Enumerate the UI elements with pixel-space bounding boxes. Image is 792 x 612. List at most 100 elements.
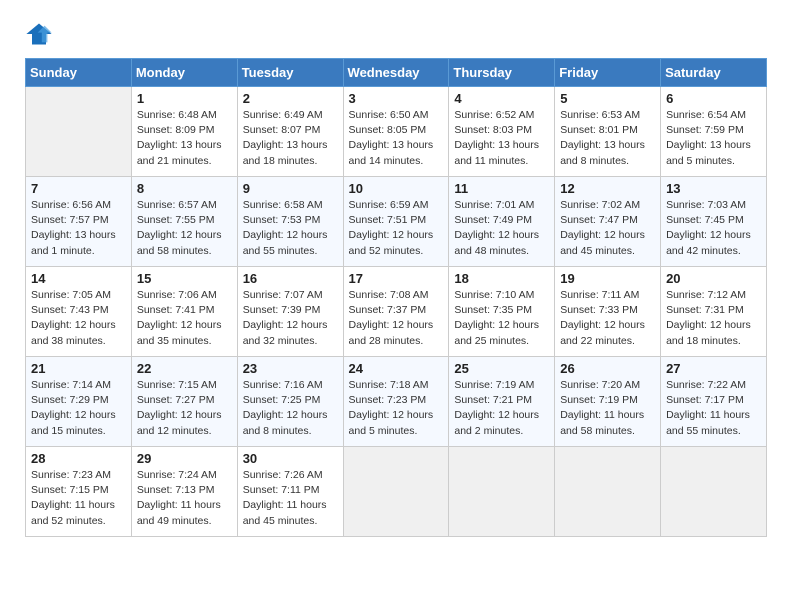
day-number: 7: [31, 181, 126, 196]
day-info: Sunrise: 7:02 AMSunset: 7:47 PMDaylight:…: [560, 198, 655, 259]
calendar-cell: 23 Sunrise: 7:16 AMSunset: 7:25 PMDayligh…: [237, 357, 343, 447]
day-number: 25: [454, 361, 549, 376]
calendar-cell: [343, 447, 449, 537]
calendar-cell: 20Sunrise: 7:12 AMSunset: 7:31 PMDayligh…: [661, 267, 767, 357]
day-number: 4: [454, 91, 549, 106]
day-info: Sunrise: 7:07 AMSunset: 7:39 PMDaylight:…: [243, 288, 338, 349]
day-info: Sunrise: 6:52 AMSunset: 8:03 PMDaylight:…: [454, 108, 549, 169]
day-number: 26: [560, 361, 655, 376]
day-number: 13: [666, 181, 761, 196]
weekday-header-wednesday: Wednesday: [343, 59, 449, 87]
day-info: Sunrise: 7:19 AMSunset: 7:21 PMDaylight:…: [454, 378, 549, 439]
day-number: 12: [560, 181, 655, 196]
day-number: 27: [666, 361, 761, 376]
day-info: Sunrise: 7:11 AMSunset: 7:33 PMDaylight:…: [560, 288, 655, 349]
calendar-week-5: 28Sunrise: 7:23 AMSunset: 7:15 PMDayligh…: [26, 447, 767, 537]
day-number: 17: [349, 271, 444, 286]
day-info: Sunrise: 6:54 AMSunset: 7:59 PMDaylight:…: [666, 108, 761, 169]
day-info: Sunrise: 6:57 AMSunset: 7:55 PMDaylight:…: [137, 198, 232, 259]
calendar-cell: 16 Sunrise: 7:07 AMSunset: 7:39 PMDayligh…: [237, 267, 343, 357]
calendar-cell: 18 Sunrise: 7:10 AMSunset: 7:35 PMDayligh…: [449, 267, 555, 357]
calendar-cell: 25 Sunrise: 7:19 AMSunset: 7:21 PMDayligh…: [449, 357, 555, 447]
calendar-cell: 7 Sunrise: 6:56 AMSunset: 7:57 PMDaylight…: [26, 177, 132, 267]
calendar-table: SundayMondayTuesdayWednesdayThursdayFrid…: [25, 58, 767, 537]
day-number: 6: [666, 91, 761, 106]
day-info: Sunrise: 6:58 AMSunset: 7:53 PMDaylight:…: [243, 198, 338, 259]
calendar-cell: 4 Sunrise: 6:52 AMSunset: 8:03 PMDaylight…: [449, 87, 555, 177]
logo-icon: [25, 20, 53, 48]
calendar-week-1: 1Sunrise: 6:48 AMSunset: 8:09 PMDaylight…: [26, 87, 767, 177]
weekday-header-friday: Friday: [555, 59, 661, 87]
calendar-cell: 29Sunrise: 7:24 AMSunset: 7:13 PMDayligh…: [131, 447, 237, 537]
calendar-cell: 2Sunrise: 6:49 AMSunset: 8:07 PMDaylight…: [237, 87, 343, 177]
day-number: 3: [349, 91, 444, 106]
weekday-header-saturday: Saturday: [661, 59, 767, 87]
day-number: 11: [454, 181, 549, 196]
day-info: Sunrise: 7:14 AMSunset: 7:29 PMDaylight:…: [31, 378, 126, 439]
calendar-cell: 27Sunrise: 7:22 AMSunset: 7:17 PMDayligh…: [661, 357, 767, 447]
weekday-header-monday: Monday: [131, 59, 237, 87]
day-info: Sunrise: 7:26 AMSunset: 7:11 PMDaylight:…: [243, 468, 338, 529]
day-number: 10: [349, 181, 444, 196]
calendar-cell: 13Sunrise: 7:03 AMSunset: 7:45 PMDayligh…: [661, 177, 767, 267]
day-number: 5: [560, 91, 655, 106]
calendar-cell: 5 Sunrise: 6:53 AMSunset: 8:01 PMDaylight…: [555, 87, 661, 177]
day-number: 9: [243, 181, 338, 196]
day-number: 14: [31, 271, 126, 286]
day-info: Sunrise: 7:20 AMSunset: 7:19 PMDaylight:…: [560, 378, 655, 439]
page-header: [25, 20, 767, 48]
logo: [25, 20, 57, 48]
day-number: 19: [560, 271, 655, 286]
day-info: Sunrise: 7:05 AMSunset: 7:43 PMDaylight:…: [31, 288, 126, 349]
calendar-cell: 15Sunrise: 7:06 AMSunset: 7:41 PMDayligh…: [131, 267, 237, 357]
calendar-cell: 28Sunrise: 7:23 AMSunset: 7:15 PMDayligh…: [26, 447, 132, 537]
calendar-cell: 17 Sunrise: 7:08 AMSunset: 7:37 PMDayligh…: [343, 267, 449, 357]
calendar-cell: 19 Sunrise: 7:11 AMSunset: 7:33 PMDayligh…: [555, 267, 661, 357]
calendar-cell: 22Sunrise: 7:15 AMSunset: 7:27 PMDayligh…: [131, 357, 237, 447]
calendar-cell: 30 Sunrise: 7:26 AMSunset: 7:11 PMDayligh…: [237, 447, 343, 537]
calendar-cell: 26 Sunrise: 7:20 AMSunset: 7:19 PMDayligh…: [555, 357, 661, 447]
day-info: Sunrise: 7:10 AMSunset: 7:35 PMDaylight:…: [454, 288, 549, 349]
day-info: Sunrise: 6:56 AMSunset: 7:57 PMDaylight:…: [31, 198, 126, 259]
day-number: 18: [454, 271, 549, 286]
calendar-cell: [555, 447, 661, 537]
day-info: Sunrise: 6:50 AMSunset: 8:05 PMDaylight:…: [349, 108, 444, 169]
day-info: Sunrise: 7:01 AMSunset: 7:49 PMDaylight:…: [454, 198, 549, 259]
day-info: Sunrise: 7:16 AMSunset: 7:25 PMDaylight:…: [243, 378, 338, 439]
day-info: Sunrise: 6:53 AMSunset: 8:01 PMDaylight:…: [560, 108, 655, 169]
weekday-header-row: SundayMondayTuesdayWednesdayThursdayFrid…: [26, 59, 767, 87]
day-info: Sunrise: 7:08 AMSunset: 7:37 PMDaylight:…: [349, 288, 444, 349]
day-number: 8: [137, 181, 232, 196]
calendar-cell: 3 Sunrise: 6:50 AMSunset: 8:05 PMDaylight…: [343, 87, 449, 177]
day-number: 20: [666, 271, 761, 286]
calendar-cell: 24 Sunrise: 7:18 AMSunset: 7:23 PMDayligh…: [343, 357, 449, 447]
calendar-week-3: 14 Sunrise: 7:05 AMSunset: 7:43 PMDayligh…: [26, 267, 767, 357]
day-info: Sunrise: 7:18 AMSunset: 7:23 PMDaylight:…: [349, 378, 444, 439]
day-number: 23: [243, 361, 338, 376]
calendar-cell: 1Sunrise: 6:48 AMSunset: 8:09 PMDaylight…: [131, 87, 237, 177]
day-number: 16: [243, 271, 338, 286]
calendar-cell: [449, 447, 555, 537]
calendar-header: SundayMondayTuesdayWednesdayThursdayFrid…: [26, 59, 767, 87]
calendar-week-4: 21 Sunrise: 7:14 AMSunset: 7:29 PMDayligh…: [26, 357, 767, 447]
calendar-cell: 21 Sunrise: 7:14 AMSunset: 7:29 PMDayligh…: [26, 357, 132, 447]
day-number: 28: [31, 451, 126, 466]
calendar-cell: 10 Sunrise: 6:59 AMSunset: 7:51 PMDayligh…: [343, 177, 449, 267]
day-info: Sunrise: 6:59 AMSunset: 7:51 PMDaylight:…: [349, 198, 444, 259]
day-number: 22: [137, 361, 232, 376]
calendar-cell: 6 Sunrise: 6:54 AMSunset: 7:59 PMDaylight…: [661, 87, 767, 177]
day-number: 21: [31, 361, 126, 376]
calendar-cell: [661, 447, 767, 537]
weekday-header-sunday: Sunday: [26, 59, 132, 87]
calendar-cell: 11 Sunrise: 7:01 AMSunset: 7:49 PMDayligh…: [449, 177, 555, 267]
day-info: Sunrise: 6:49 AMSunset: 8:07 PMDaylight:…: [243, 108, 338, 169]
day-number: 15: [137, 271, 232, 286]
calendar-cell: [26, 87, 132, 177]
calendar-cell: 14 Sunrise: 7:05 AMSunset: 7:43 PMDayligh…: [26, 267, 132, 357]
day-number: 30: [243, 451, 338, 466]
calendar-cell: 8 Sunrise: 6:57 AMSunset: 7:55 PMDaylight…: [131, 177, 237, 267]
day-number: 1: [137, 91, 232, 106]
calendar-body: 1Sunrise: 6:48 AMSunset: 8:09 PMDaylight…: [26, 87, 767, 537]
day-number: 24: [349, 361, 444, 376]
day-info: Sunrise: 7:24 AMSunset: 7:13 PMDaylight:…: [137, 468, 232, 529]
